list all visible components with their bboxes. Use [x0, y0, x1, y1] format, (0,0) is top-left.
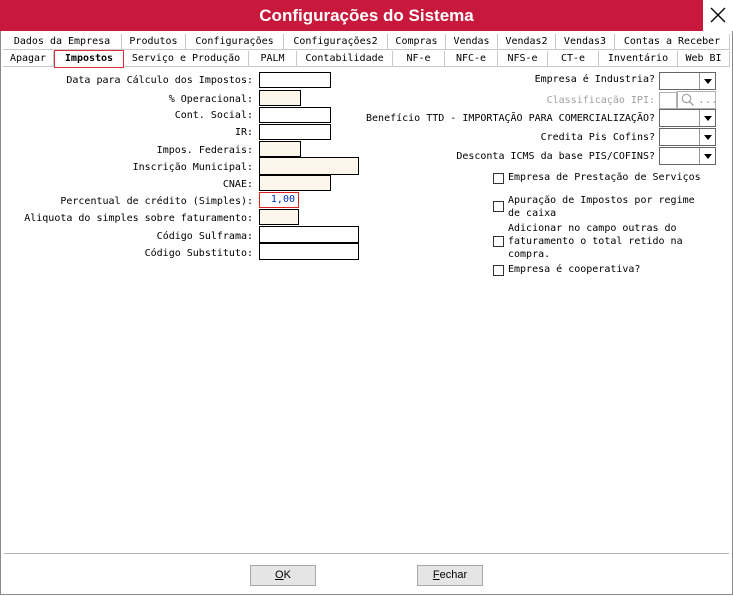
label-percentual-credito: Percentual de crédito (Simples):	[60, 196, 253, 207]
tab-web-bi[interactable]: Web BI	[678, 51, 730, 67]
search-dots: ...	[698, 93, 718, 106]
tab-servico-producao[interactable]: Serviço e Produção	[124, 51, 249, 67]
percentual-credito-input[interactable]: 1,00	[259, 192, 299, 208]
pct-operacional-input[interactable]	[259, 90, 301, 106]
tab-apagar[interactable]: Apagar	[3, 51, 54, 67]
codigo-sulframa-input[interactable]	[259, 226, 359, 243]
tab-vendas3[interactable]: Vendas3	[556, 34, 615, 50]
aliquota-simples-input[interactable]	[259, 209, 299, 225]
tab-nfce[interactable]: NFC-e	[445, 51, 498, 67]
ir-input[interactable]	[259, 124, 331, 140]
empresa-industria-select[interactable]	[659, 72, 716, 90]
data-calculo-input[interactable]	[259, 72, 331, 88]
chevron-down-icon	[699, 73, 715, 89]
impos-federais-input[interactable]	[259, 141, 301, 157]
ok-button[interactable]: OK	[250, 565, 316, 586]
tab-produtos[interactable]: Produtos	[122, 34, 186, 50]
label-desconta-icms: Desconta ICMS da base PIS/COFINS?	[456, 151, 655, 162]
label-credita-pis: Credita Pis Cofins?	[540, 132, 655, 143]
cooperativa-label: Empresa é cooperativa?	[508, 264, 641, 275]
prestacao-servicos-label: Empresa de Prestação de Serviços	[508, 172, 701, 183]
tab-dados-empresa[interactable]: Dados da Empresa	[3, 34, 122, 50]
classificacao-ipi-input[interactable]	[659, 92, 677, 109]
search-icon	[681, 93, 694, 106]
chevron-down-icon	[699, 110, 715, 126]
tab-vendas2[interactable]: Vendas2	[498, 34, 556, 50]
label-codigo-sulframa: Código Sulframa:	[156, 231, 253, 242]
label-cont-social: Cont. Social:	[174, 110, 253, 121]
label-beneficio-ttd: Benefício TTD - IMPORTAÇÃO PARA COMERCIA…	[366, 113, 655, 124]
tab-vendas[interactable]: Vendas	[446, 34, 498, 50]
dialog-body: Dados da Empresa Produtos Configurações …	[0, 31, 733, 595]
label-impos-federais: Impos. Federais:	[156, 145, 253, 156]
label-codigo-substituto: Código Substituto:	[144, 248, 253, 259]
label-ir: IR:	[234, 127, 253, 138]
apuracao-caixa-label: Apuração de Impostos por regime de caixa	[508, 195, 695, 219]
prestacao-servicos-checkbox[interactable]	[493, 173, 504, 184]
chevron-down-icon	[699, 129, 715, 145]
adicionar-outras-label: Adicionar no campo outras do faturamento…	[508, 223, 683, 260]
tab-inventario[interactable]: Inventário	[599, 51, 678, 67]
tab-configuracoes[interactable]: Configurações	[186, 34, 284, 50]
inscricao-municipal-input[interactable]	[259, 157, 359, 175]
chevron-down-icon	[699, 148, 715, 164]
label-empresa-industria: Empresa é Industria?	[534, 74, 655, 85]
tab-cte[interactable]: CT-e	[548, 51, 599, 67]
adicionar-outras-checkbox[interactable]	[493, 236, 504, 247]
title-bar: Configurações do Sistema	[0, 0, 733, 31]
codigo-substituto-input[interactable]	[259, 243, 359, 260]
close-icon	[710, 7, 726, 23]
tab-contas-receber[interactable]: Contas a Receber	[615, 34, 730, 50]
label-cnae: CNAE:	[222, 179, 253, 190]
tab-nfse[interactable]: NFS-e	[498, 51, 548, 67]
tab-compras[interactable]: Compras	[388, 34, 446, 50]
cont-social-input[interactable]	[259, 107, 331, 123]
classificacao-ipi-search-button[interactable]: ...	[677, 91, 718, 109]
cnae-input[interactable]	[259, 175, 331, 191]
label-aliquota-simples: Aliquota do simples sobre faturamento:	[24, 213, 253, 224]
apuracao-caixa-checkbox[interactable]	[493, 201, 504, 212]
cooperativa-checkbox[interactable]	[493, 265, 504, 276]
tab-row-2: Apagar Impostos Serviço e Produção PALM …	[3, 50, 730, 68]
tab-configuracoes2[interactable]: Configurações2	[284, 34, 388, 50]
tab-nfe[interactable]: NF-e	[393, 51, 445, 67]
window-title: Configurações do Sistema	[259, 6, 474, 25]
close-button[interactable]	[702, 0, 733, 31]
label-data-calculo: Data para Cálculo dos Impostos:	[66, 75, 253, 86]
label-inscricao-municipal: Inscrição Municipal:	[132, 162, 253, 173]
tab-impostos[interactable]: Impostos	[54, 50, 124, 68]
desconta-icms-select[interactable]	[659, 147, 716, 165]
footer-divider	[4, 553, 729, 554]
beneficio-ttd-select[interactable]	[659, 109, 716, 127]
label-pct-operacional: % Operacional:	[168, 94, 253, 105]
fechar-button[interactable]: Fechar	[417, 565, 483, 586]
credita-pis-select[interactable]	[659, 128, 716, 146]
tab-contabilidade[interactable]: Contabilidade	[297, 51, 393, 67]
label-classificacao-ipi: Classificação IPI:	[546, 95, 655, 106]
tab-palm[interactable]: PALM	[249, 51, 297, 67]
tab-row-1: Dados da Empresa Produtos Configurações …	[3, 34, 730, 50]
